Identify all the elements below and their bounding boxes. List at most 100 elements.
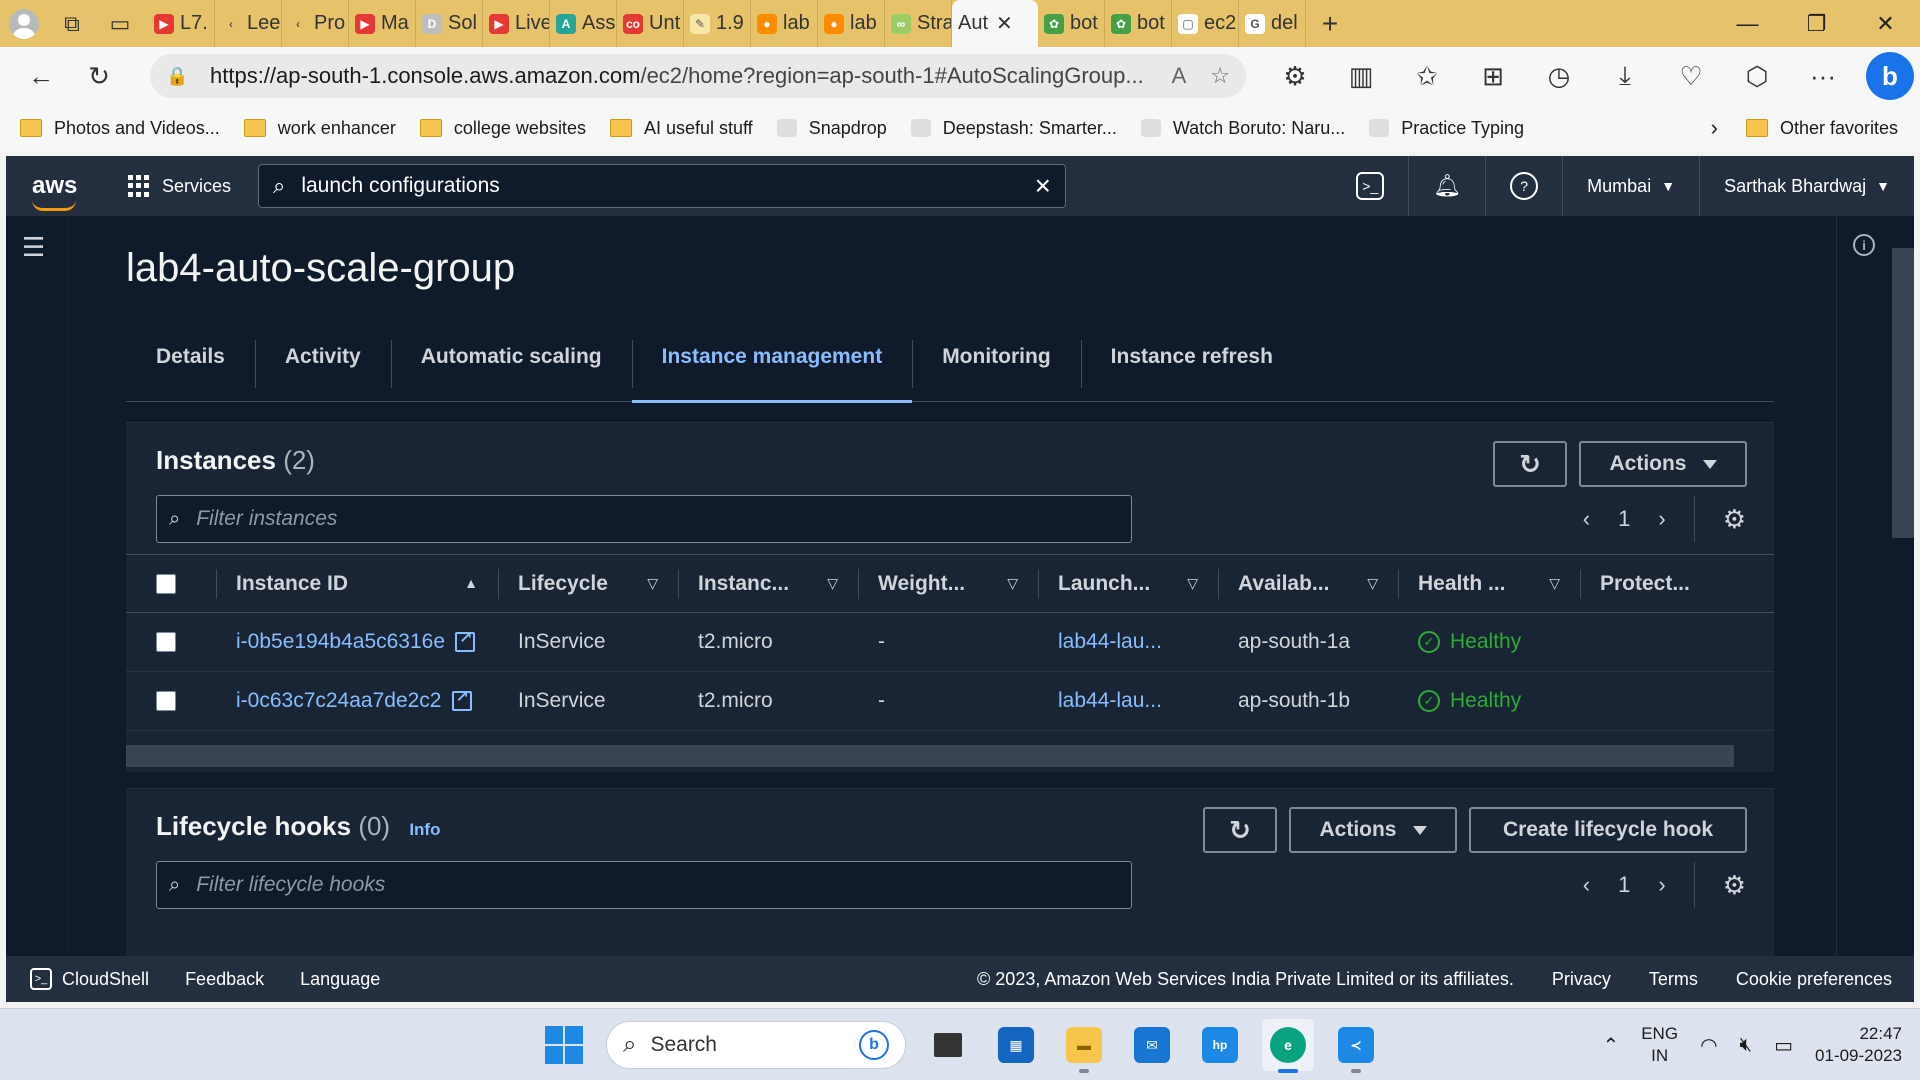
vscode-button[interactable]: ≺ xyxy=(1330,1019,1382,1073)
browser-tab[interactable]: ‹ Pro xyxy=(282,0,349,47)
filter-instances-input[interactable]: ⌕ Filter instances xyxy=(156,495,1132,543)
column-header[interactable]: Instance ID ▲ xyxy=(216,554,498,613)
external-link-icon[interactable] xyxy=(451,687,472,712)
tab-instance-refresh[interactable]: Instance refresh xyxy=(1080,312,1303,402)
browser-tab[interactable]: Gdel xyxy=(1239,0,1306,47)
page-number[interactable]: 1 xyxy=(1618,506,1630,532)
refresh-hooks-button[interactable]: ↻ xyxy=(1203,807,1277,853)
browser-tab[interactable]: D Sol xyxy=(416,0,483,47)
browser-tab[interactable]: A Ass xyxy=(550,0,617,47)
instance-id-link[interactable]: i-0c63c7c24aa7de2c2 xyxy=(236,689,442,712)
performance-icon[interactable]: ♡ xyxy=(1658,47,1724,105)
browser-tab[interactable]: ▢ ec2 xyxy=(1172,0,1239,47)
close-tab-icon[interactable]: ✕ xyxy=(996,11,1013,36)
aws-logo[interactable]: aws xyxy=(6,172,96,211)
launch-template-link[interactable]: lab44-lau... xyxy=(1058,630,1162,653)
taskbar-search[interactable]: ⌕ Search b xyxy=(606,1021,906,1069)
more-menu-icon[interactable]: ··· xyxy=(1790,47,1856,105)
read-aloud-icon[interactable]: A xyxy=(1172,63,1187,89)
favorites-overflow-chevron-icon[interactable]: › xyxy=(1711,115,1718,141)
minimize-icon[interactable]: — xyxy=(1713,0,1782,47)
instances-actions-button[interactable]: Actions xyxy=(1579,441,1747,487)
next-page-icon[interactable]: › xyxy=(1658,872,1665,898)
history-icon[interactable]: ◷ xyxy=(1526,47,1592,105)
table-row[interactable]: i-0b5e194b4a5c6316e InServicet2.micro-lab… xyxy=(126,612,1774,672)
row-checkbox[interactable] xyxy=(156,691,176,712)
browser-essentials-icon[interactable]: ⬡ xyxy=(1724,47,1790,105)
feedback-link[interactable]: Feedback xyxy=(185,969,264,990)
preferences-gear-icon[interactable]: ⚙ xyxy=(1723,504,1746,535)
terms-link[interactable]: Terms xyxy=(1649,969,1698,990)
column-header[interactable]: Launch... ▽ xyxy=(1038,554,1218,613)
notifications-button[interactable]: 🔔︎ xyxy=(1408,156,1485,216)
browser-tab-active[interactable]: Aut ✕ xyxy=(952,0,1038,47)
browser-tab[interactable]: ✿ bot xyxy=(1105,0,1172,47)
microsoft-store-button[interactable]: ▦ xyxy=(990,1019,1042,1071)
tab-actions-icon[interactable]: ▭ xyxy=(96,0,144,47)
workspaces-icon[interactable]: ⧉ xyxy=(48,0,96,47)
prev-page-icon[interactable]: ‹ xyxy=(1583,506,1590,532)
favorite-item[interactable]: Practice Typing xyxy=(1369,118,1524,139)
aws-search-input[interactable]: ⌕ launch configurations × xyxy=(258,164,1066,208)
lock-icon[interactable]: 🔒 xyxy=(166,66,200,87)
vertical-scrollbar[interactable] xyxy=(1892,248,1914,538)
favorite-item[interactable]: Deepstash: Smarter... xyxy=(910,118,1117,139)
profile-button[interactable] xyxy=(0,0,48,47)
favorite-item[interactable]: work enhancer xyxy=(243,118,396,139)
column-header[interactable]: Weight... ▽ xyxy=(858,554,1038,613)
column-header[interactable]: Availab... ▽ xyxy=(1218,554,1398,613)
favorite-item[interactable]: Snapdrop xyxy=(776,118,887,139)
select-all-checkbox[interactable] xyxy=(156,573,176,594)
volume-muted-icon[interactable]: 🔇︎ xyxy=(1740,1034,1753,1057)
column-header[interactable]: Lifecycle ▽ xyxy=(498,554,678,613)
split-screen-icon[interactable]: ▥ xyxy=(1328,47,1394,105)
external-link-icon[interactable] xyxy=(455,628,476,653)
filter-lifecycle-hooks-input[interactable]: ⌕ Filter lifecycle hooks xyxy=(156,861,1132,909)
prev-page-icon[interactable]: ‹ xyxy=(1583,872,1590,898)
bing-chat-icon[interactable]: b xyxy=(1866,52,1914,100)
browser-tab[interactable]: ▶ Ma xyxy=(349,0,416,47)
favorite-item[interactable]: Watch Boruto: Naru... xyxy=(1140,118,1345,139)
column-header[interactable]: Protect... xyxy=(1580,554,1774,613)
downloads-icon[interactable]: ⤓ xyxy=(1592,47,1658,105)
address-bar[interactable]: 🔒 https://ap-south-1.console.aws.amazon.… xyxy=(150,54,1246,98)
cloudshell-footer-button[interactable]: >_ CloudShell xyxy=(30,968,149,990)
back-icon[interactable]: ← xyxy=(12,47,70,105)
other-favorites-folder[interactable]: Other favorites xyxy=(1745,118,1898,139)
tab-activity[interactable]: Activity xyxy=(254,312,391,402)
column-header[interactable]: Instanc... ▽ xyxy=(678,554,858,613)
mail-button[interactable]: ✉ xyxy=(1126,1019,1178,1071)
edge-button[interactable]: e xyxy=(1262,1019,1314,1073)
favorite-item[interactable]: college websites xyxy=(419,118,586,139)
wifi-icon[interactable]: ◠ xyxy=(1700,1033,1717,1058)
next-page-icon[interactable]: › xyxy=(1658,506,1665,532)
new-tab-button[interactable]: + xyxy=(1306,8,1354,40)
start-button[interactable] xyxy=(538,1019,590,1071)
browser-tab[interactable]: co Unt xyxy=(617,0,684,47)
page-number[interactable]: 1 xyxy=(1618,872,1630,898)
extensions-icon[interactable]: ⚙ xyxy=(1262,47,1328,105)
close-window-icon[interactable]: ✕ xyxy=(1851,0,1920,47)
privacy-link[interactable]: Privacy xyxy=(1552,969,1611,990)
myhp-button[interactable]: hp xyxy=(1194,1019,1246,1071)
info-link[interactable]: Info xyxy=(409,820,440,839)
show-hidden-icons-chevron-icon[interactable]: ⌃ xyxy=(1602,1033,1619,1058)
language-link[interactable]: Language xyxy=(300,969,380,990)
region-selector[interactable]: Mumbai ▼ xyxy=(1562,156,1699,216)
refresh-icon[interactable]: ↻ xyxy=(70,47,128,105)
tab-monitoring[interactable]: Monitoring xyxy=(912,312,1080,402)
instance-id-link[interactable]: i-0b5e194b4a5c6316e xyxy=(236,630,445,653)
browser-tab[interactable]: ✎ 1.9 xyxy=(684,0,751,47)
horizontal-scrollbar[interactable] xyxy=(126,745,1734,767)
restore-icon[interactable]: ❐ xyxy=(1782,0,1851,47)
cookie-preferences-link[interactable]: Cookie preferences xyxy=(1736,969,1892,990)
help-button[interactable]: ? xyxy=(1485,156,1562,216)
clear-search-icon[interactable]: × xyxy=(1035,170,1051,202)
browser-tab[interactable]: ● lab xyxy=(751,0,818,47)
favorites-icon[interactable]: ✩ xyxy=(1394,47,1460,105)
hamburger-menu-icon[interactable]: ☰ xyxy=(22,232,46,263)
tab-instance-management[interactable]: Instance management xyxy=(631,312,913,403)
row-checkbox[interactable] xyxy=(156,632,176,653)
refresh-instances-button[interactable]: ↻ xyxy=(1493,441,1567,487)
preferences-gear-icon[interactable]: ⚙ xyxy=(1723,870,1746,901)
